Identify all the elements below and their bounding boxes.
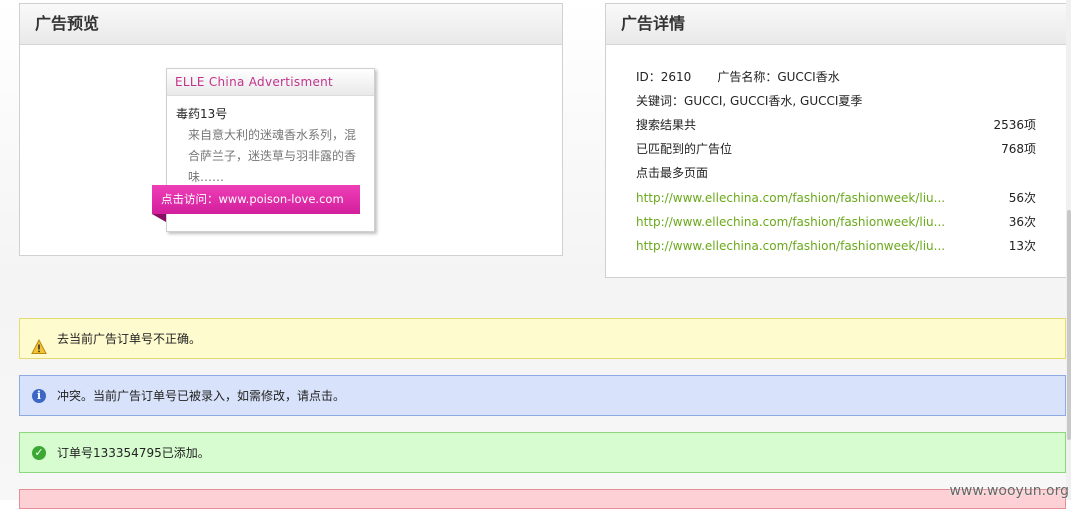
ad-details-title: 广告详情 — [606, 4, 1068, 45]
ad-details-panel: 广告详情 ID：2610 广告名称：GUCCI香水 关键词：GUCCI, GUCC… — [605, 3, 1069, 278]
ad-name-value: GUCCI香水 — [777, 70, 840, 84]
list-item: http://www.ellechina.com/fashion/fashion… — [636, 236, 1036, 256]
ad-brand-header: ELLE China Advertisment — [167, 69, 374, 96]
id-label: ID： — [636, 70, 661, 84]
ad-preview-title: 广告预览 — [20, 4, 562, 45]
top-page-count: 13次 — [1008, 239, 1036, 253]
matched-label: 已匹配到的广告位 — [636, 142, 733, 156]
keywords-row: 关键词：GUCCI, GUCCI香水, GUCCI夏季 — [636, 91, 1036, 111]
top-page-link[interactable]: http://www.ellechina.com/fashion/fashion… — [636, 239, 945, 253]
warning-alert: 去当前广告订单号不正确。 — [19, 318, 1066, 359]
top-page-link[interactable]: http://www.ellechina.com/fashion/fashion… — [636, 215, 945, 229]
search-results-label: 搜索结果共 — [636, 118, 697, 132]
top-page-count: 56次 — [1008, 191, 1036, 205]
ad-name: 毒药13号 — [176, 107, 228, 121]
scrollbar-thumb[interactable] — [1067, 210, 1071, 440]
success-message: 订单号133354795已添加。 — [57, 446, 210, 460]
top-page-count: 36次 — [1008, 215, 1036, 229]
list-item: http://www.ellechina.com/fashion/fashion… — [636, 212, 1036, 232]
ad-preview-panel: 广告预览 ELLE China Advertisment 毒药13号 来自意大利… — [19, 3, 563, 256]
watermark: www.wooyun.org — [949, 483, 1069, 499]
id-value: 2610 — [660, 70, 692, 84]
search-results-value: 2536项 — [993, 118, 1036, 132]
info-icon: i — [31, 388, 47, 404]
keywords-value: GUCCI, GUCCI香水, GUCCI夏季 — [684, 94, 863, 108]
list-item: http://www.ellechina.com/fashion/fashion… — [636, 188, 1036, 208]
matched-value: 768项 — [1001, 142, 1036, 156]
ad-description: 来自意大利的迷魂香水系列，混合萨兰子，迷迭草与羽非露的香味…… — [188, 128, 357, 184]
warning-message: 去当前广告订单号不正确。 — [57, 332, 202, 346]
top-page-link[interactable]: http://www.ellechina.com/fashion/fashion… — [636, 191, 945, 205]
ad-name-label: 广告名称： — [717, 70, 778, 84]
id-row: ID：2610 广告名称：GUCCI香水 — [636, 67, 1036, 87]
top-pages-heading: 点击最多页面 — [636, 163, 1036, 183]
success-alert: ✓ 订单号133354795已添加。 — [19, 432, 1066, 473]
ad-card: ELLE China Advertisment 毒药13号 来自意大利的迷魂香水… — [152, 68, 375, 232]
keywords-label: 关键词： — [636, 94, 685, 108]
matched-row: 已匹配到的广告位 768项 — [636, 139, 1036, 159]
search-results-row: 搜索结果共 2536项 — [636, 115, 1036, 135]
check-circle-icon: ✓ — [31, 445, 47, 461]
top-pages-label: 点击最多页面 — [636, 166, 709, 180]
info-message[interactable]: 冲突。当前广告订单号已被录入，如需修改，请点击。 — [57, 389, 345, 403]
error-alert — [19, 489, 1066, 509]
ad-visit-link[interactable]: 点击访问：www.poison-love.com — [152, 185, 360, 214]
ribbon-fold — [152, 214, 166, 222]
warning-icon — [31, 331, 47, 354]
info-alert: i 冲突。当前广告订单号已被录入，如需修改，请点击。 — [19, 375, 1066, 416]
